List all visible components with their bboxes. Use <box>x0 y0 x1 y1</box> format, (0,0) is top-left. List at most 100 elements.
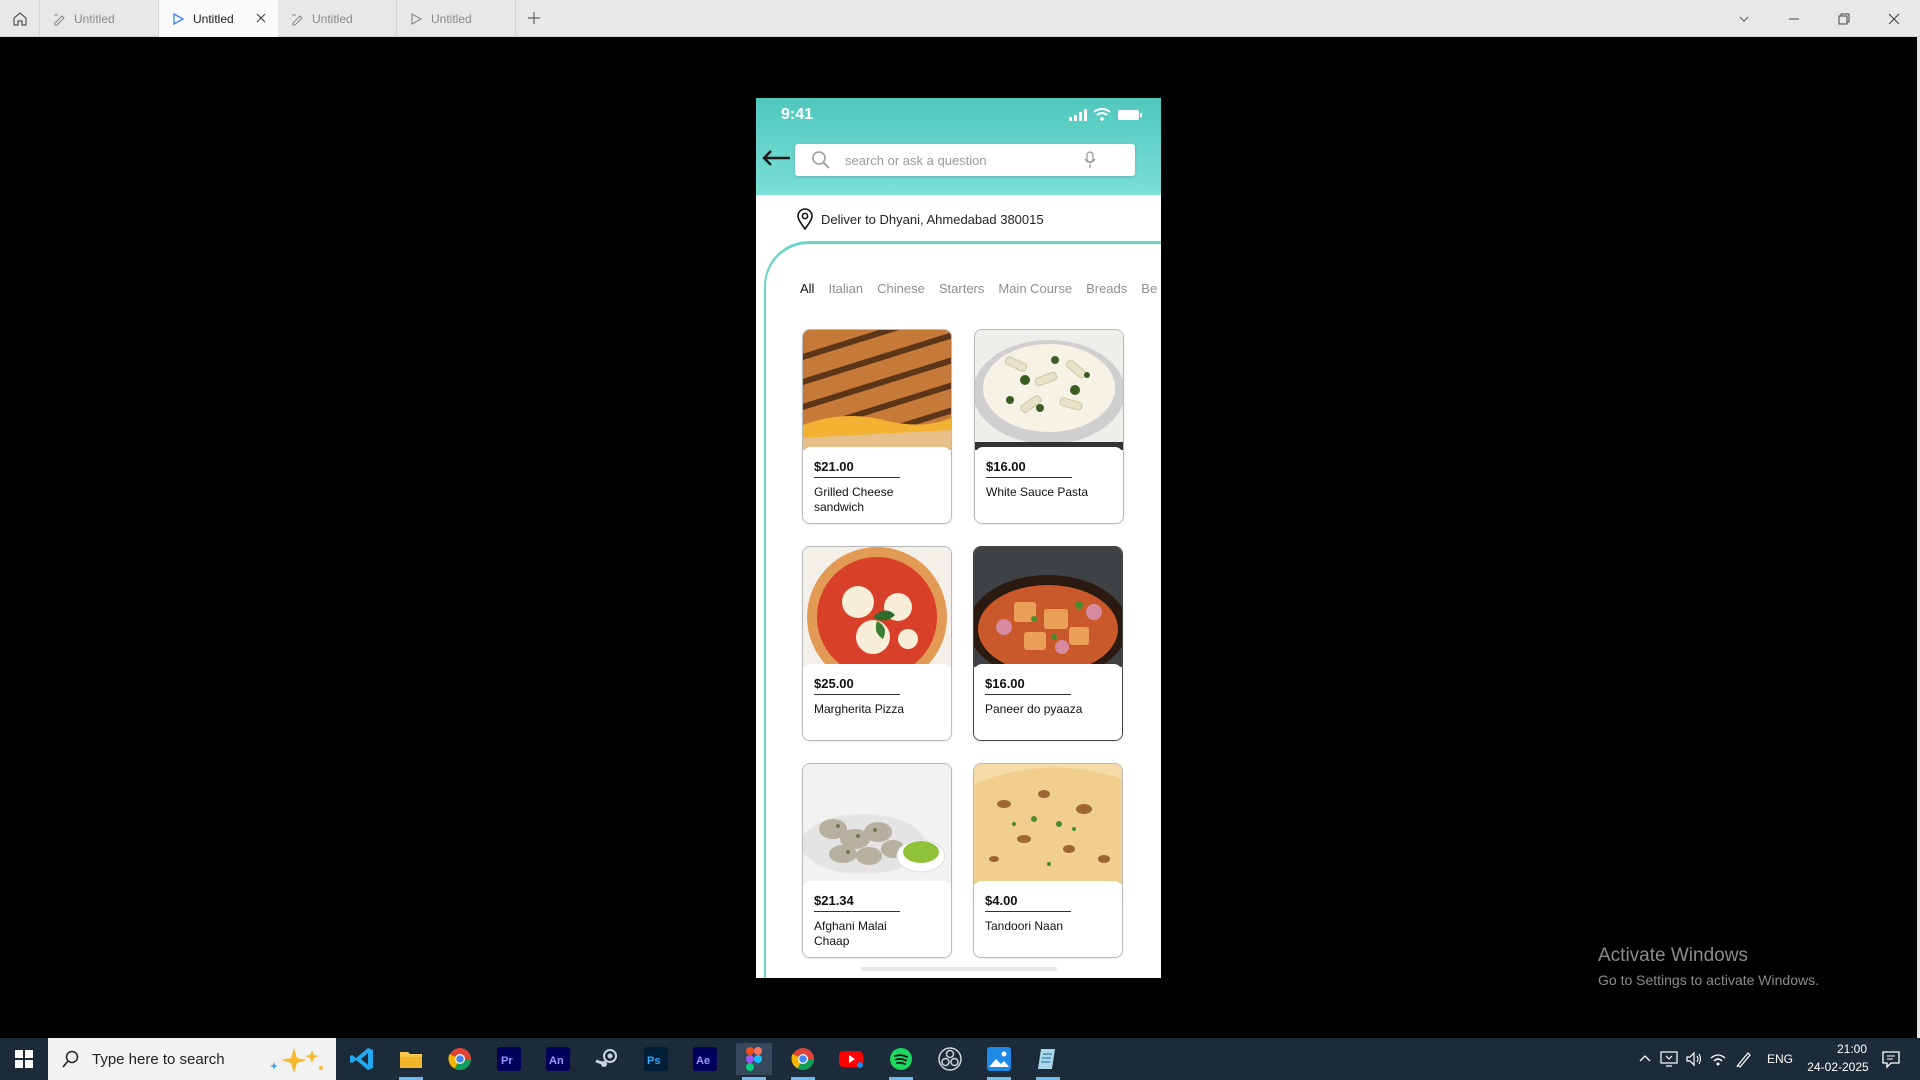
card-info: $4.00 Tandoori Naan <box>974 881 1122 957</box>
card-info: $21.00 Grilled Cheese sandwich <box>803 447 951 523</box>
svg-text:Ae: Ae <box>696 1055 710 1067</box>
paneer-do-pyaaza-image <box>974 547 1122 667</box>
status-time: 9:41 <box>781 106 814 123</box>
figma-icon <box>746 1047 762 1071</box>
category-breads[interactable]: Breads <box>1086 281 1127 296</box>
taskbar-steam[interactable] <box>589 1043 625 1075</box>
plus-icon[interactable] <box>525 9 543 27</box>
item-price: $21.00 <box>814 459 854 474</box>
category-starters[interactable]: Starters <box>939 281 985 296</box>
taskbar-search[interactable]: Type here to search <box>48 1038 336 1080</box>
close-tab-icon[interactable] <box>254 11 268 25</box>
margherita-pizza-image <box>803 547 951 667</box>
design-file-icon <box>292 13 303 26</box>
taskbar-premiere-pro[interactable]: Pr <box>491 1043 527 1075</box>
close-window-button[interactable] <box>1870 0 1918 37</box>
close-icon <box>1888 13 1900 24</box>
microphone-icon[interactable] <box>1083 151 1097 169</box>
delivery-address-text: Deliver to Dhyani, Ahmedabad 380015 <box>821 211 1044 227</box>
back-arrow-icon[interactable] <box>760 148 792 168</box>
food-card-paneer-do-pyaaza[interactable]: $16.00 Paneer do pyaaza <box>973 546 1123 741</box>
card-info: $21.34 Afghani Malai Chaap <box>803 881 951 957</box>
vscode-icon <box>350 1048 373 1070</box>
taskbar-photos[interactable] <box>981 1043 1017 1080</box>
search-bar[interactable] <box>795 144 1135 176</box>
youtube-icon <box>839 1051 863 1068</box>
item-name: Paneer do pyaaza <box>985 702 1083 716</box>
food-card-grilled-cheese[interactable]: $21.00 Grilled Cheese sandwich <box>802 329 952 524</box>
volume-icon[interactable] <box>1685 1050 1703 1068</box>
prototype-play-icon <box>411 12 423 25</box>
clock-time[interactable]: 21:00 <box>1816 1042 1888 1056</box>
delivery-address[interactable]: Deliver to Dhyani, Ahmedabad 380015 <box>796 208 1044 230</box>
tab-untitled-3[interactable]: Untitled <box>278 0 397 37</box>
clock-date[interactable]: 24-02-2025 <box>1802 1060 1874 1074</box>
pen-workspace-icon[interactable] <box>1735 1050 1753 1068</box>
minimize-button[interactable] <box>1770 0 1818 37</box>
category-italian[interactable]: Italian <box>828 281 863 296</box>
tab-untitled-2[interactable]: Untitled <box>159 0 278 37</box>
language-indicator[interactable]: ENG <box>1767 1052 1793 1066</box>
design-file-icon <box>54 13 65 26</box>
food-card-white-sauce-pasta[interactable]: $16.00 White Sauce Pasta <box>974 329 1124 524</box>
search-highlight-icon <box>270 1048 323 1073</box>
meet-now-icon[interactable] <box>1660 1050 1678 1068</box>
status-icons <box>1069 108 1143 121</box>
taskbar-file-explorer[interactable] <box>393 1043 429 1080</box>
battery-icon <box>1118 109 1142 120</box>
taskbar-youtube[interactable] <box>834 1043 870 1075</box>
category-chinese[interactable]: Chinese <box>877 281 925 296</box>
chrome-icon <box>791 1048 814 1070</box>
prototype-play-icon <box>173 12 185 25</box>
network-icon[interactable] <box>1709 1050 1727 1068</box>
item-name: Afghani Malai Chaap <box>814 919 887 948</box>
after-effects-icon: Ae <box>693 1047 717 1071</box>
taskbar-chrome-profile[interactable] <box>785 1043 821 1080</box>
taskbar-figma[interactable] <box>736 1043 772 1080</box>
item-price: $21.34 <box>814 893 854 908</box>
steam-icon <box>595 1049 617 1067</box>
tabs-dropdown-button[interactable] <box>1720 0 1768 37</box>
tab-label: Untitled <box>193 11 234 26</box>
food-card-afghani-malai-chaap[interactable]: $21.34 Afghani Malai Chaap <box>802 763 952 958</box>
tab-untitled-4[interactable]: Untitled <box>397 0 516 37</box>
category-all[interactable]: All <box>800 281 814 296</box>
taskbar-notepad[interactable] <box>1030 1043 1066 1080</box>
notepad-icon <box>1038 1049 1055 1069</box>
svg-text:Ps: Ps <box>647 1055 660 1067</box>
tab-untitled-1[interactable]: Untitled <box>40 0 159 37</box>
show-hidden-icons-icon[interactable] <box>1638 1052 1652 1066</box>
category-beverages[interactable]: Be <box>1141 281 1157 296</box>
item-price: $16.00 <box>986 459 1026 474</box>
search-icon <box>62 1050 79 1068</box>
search-input[interactable] <box>843 151 1083 169</box>
item-price: $25.00 <box>814 676 854 691</box>
taskbar-after-effects[interactable]: Ae <box>687 1043 723 1075</box>
food-card-margherita-pizza[interactable]: $25.00 Margherita Pizza <box>802 546 952 741</box>
search-icon <box>812 151 830 169</box>
taskbar-animate[interactable]: An <box>540 1043 576 1075</box>
taskbar-spotify[interactable] <box>883 1043 919 1080</box>
item-name: Tandoori Naan <box>985 919 1064 933</box>
food-card-tandoori-naan[interactable]: $4.00 Tandoori Naan <box>973 763 1123 958</box>
phone-frame: 9:41 Deliver to Dhyani, Ahmedabad 380015… <box>756 98 1161 978</box>
restore-button[interactable] <box>1820 0 1868 37</box>
svg-text:Pr: Pr <box>501 1055 513 1067</box>
taskbar-photoshop[interactable]: Ps <box>638 1043 674 1075</box>
white-sauce-pasta-image <box>975 330 1123 450</box>
scroll-indicator[interactable] <box>861 967 1057 971</box>
premiere-pro-icon: Pr <box>497 1047 521 1071</box>
start-button[interactable] <box>0 1038 48 1080</box>
price-divider <box>986 477 1072 478</box>
wifi-icon <box>1093 108 1111 121</box>
chevron-down-icon <box>1739 16 1749 22</box>
svg-text:An: An <box>549 1055 564 1067</box>
taskbar-obs[interactable] <box>932 1043 968 1075</box>
tab-label: Untitled <box>431 11 472 26</box>
taskbar-vscode[interactable] <box>344 1043 380 1075</box>
obs-icon <box>938 1047 962 1071</box>
category-main-course[interactable]: Main Course <box>998 281 1072 296</box>
home-button[interactable] <box>0 0 40 37</box>
taskbar-chrome[interactable] <box>442 1043 478 1075</box>
notification-center-icon[interactable] <box>1881 1049 1901 1069</box>
